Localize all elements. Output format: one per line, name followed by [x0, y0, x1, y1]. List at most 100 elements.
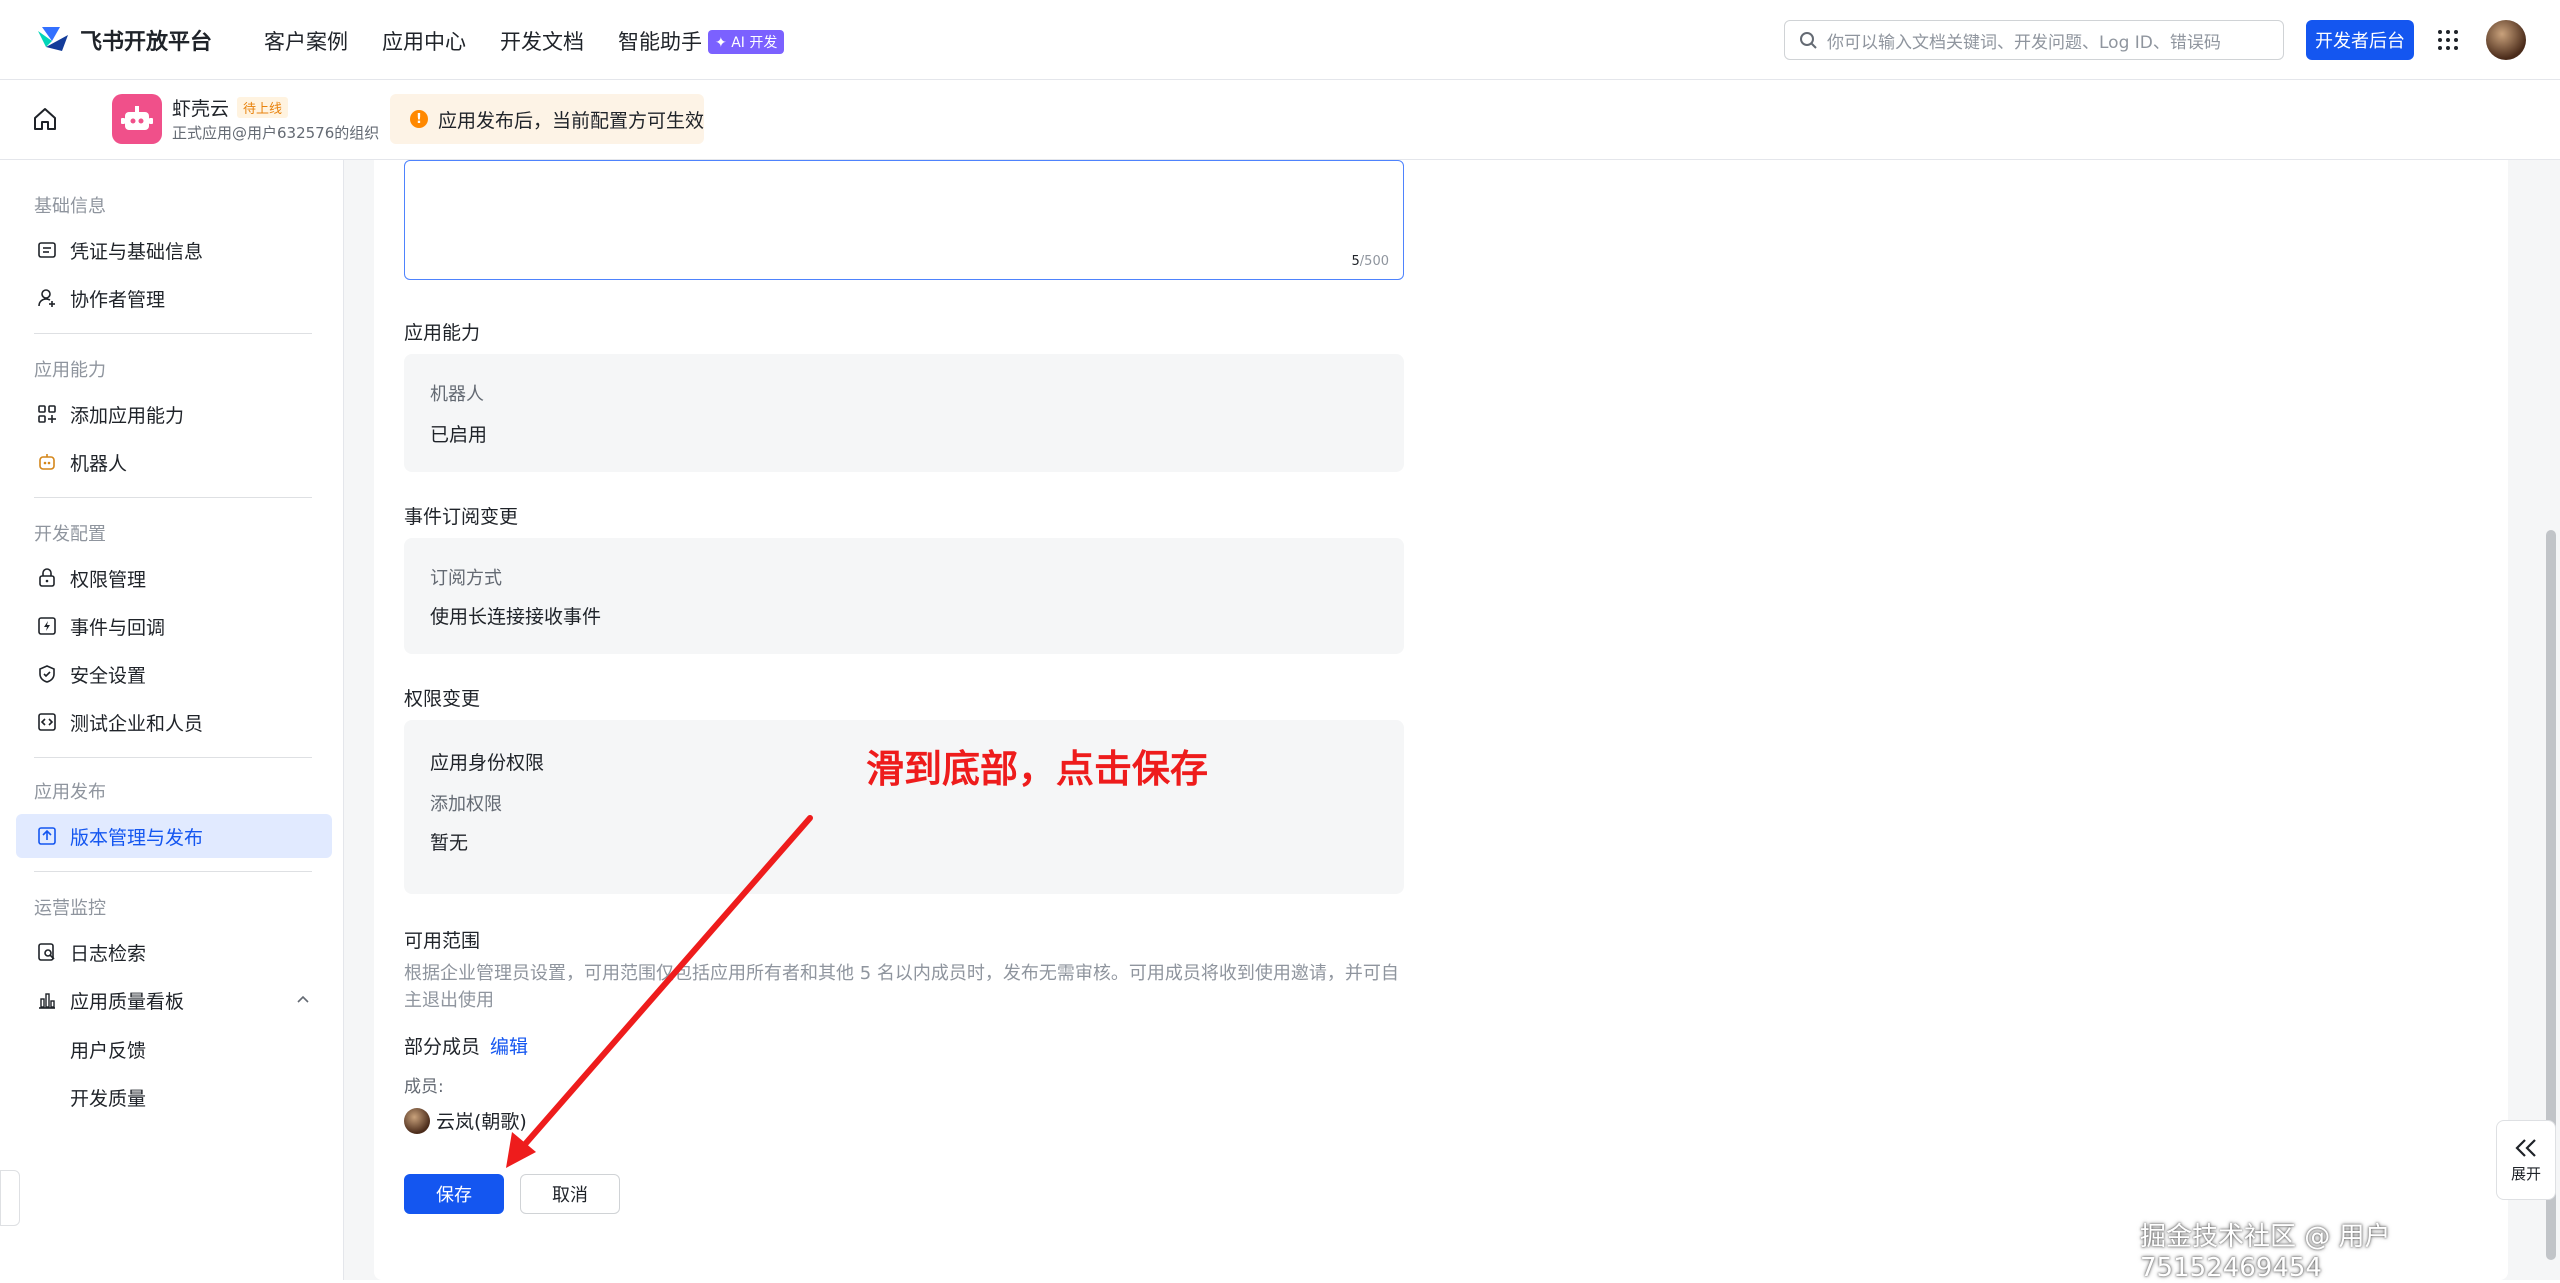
save-button[interactable]: 保存 — [404, 1174, 504, 1214]
lock-icon — [36, 567, 58, 589]
robot-icon — [36, 451, 58, 473]
home-icon[interactable] — [32, 106, 58, 132]
members-label: 成员: — [404, 1077, 444, 1097]
user-add-icon — [36, 287, 58, 309]
member-avatar — [404, 1107, 430, 1134]
app-bar: 虾壳云 待上线 正式应用@用户632576的组织 ! 应用发布后，当前配置方可生效 — [0, 80, 2560, 160]
sidebar-item-version-publish[interactable]: 版本管理与发布 — [16, 814, 332, 858]
sidebar-item-label: 凭证与基础信息 — [70, 240, 204, 263]
event-key: 订阅方式 — [430, 568, 502, 589]
sidebar-item-label: 日志检索 — [70, 942, 147, 965]
divider — [34, 333, 312, 334]
nav-item-assistant[interactable]: 智能助手 ✦ AI 开发 — [618, 26, 785, 56]
watermark: 掘金技术社区 @ 用户75152469454 — [2140, 1222, 2391, 1283]
double-chevron-left-icon — [2515, 1138, 2536, 1157]
cancel-button[interactable]: 取消 — [520, 1174, 620, 1214]
sidebar-item-robot[interactable]: 机器人 — [16, 440, 332, 484]
section-label-permission: 权限变更 — [404, 688, 481, 710]
sidebar-subitem-dev-quality[interactable]: 开发质量 — [70, 1084, 146, 1111]
version-description-textarea[interactable]: 5/500 — [404, 160, 1404, 280]
bar-chart-icon — [36, 989, 58, 1011]
warning-icon: ! — [410, 110, 428, 128]
event-value: 使用长连接接收事件 — [430, 606, 602, 628]
id-card-icon — [36, 239, 58, 261]
sidebar-item-security[interactable]: 安全设置 — [16, 652, 332, 696]
perm-add-value: 暂无 — [430, 832, 469, 854]
member-name: 云岚(朝歌) — [436, 1111, 527, 1133]
sidebar-item-label: 权限管理 — [70, 568, 147, 591]
developer-console-button[interactable]: 开发者后台 — [2306, 20, 2414, 60]
logo-text: 飞书开放平台 — [80, 30, 213, 55]
perm-add-key: 添加权限 — [430, 794, 502, 815]
sidebar-item-credentials[interactable]: 凭证与基础信息 — [16, 228, 332, 272]
divider — [34, 757, 312, 758]
char-counter: 5/500 — [1351, 254, 1389, 269]
feishu-logo-icon — [38, 27, 68, 51]
notice-text: 应用发布后，当前配置方可生效 — [438, 109, 705, 132]
status-badge: 待上线 — [237, 97, 289, 118]
annotation-text: 滑到底部，点击保存 — [866, 747, 1209, 791]
nav-item-assistant-label: 智能助手 — [618, 30, 702, 54]
scrollbar[interactable] — [2542, 160, 2560, 1280]
shield-icon — [36, 663, 58, 685]
sidebar-item-label: 测试企业和人员 — [70, 712, 204, 735]
sidebar-item-label: 应用质量看板 — [70, 990, 185, 1013]
section-title-basic: 基础信息 — [34, 196, 106, 217]
sidebar-item-permissions[interactable]: 权限管理 — [16, 556, 332, 600]
search-input[interactable]: 你可以输入文档关键词、开发问题、Log ID、错误码 — [1784, 20, 2284, 60]
ability-key: 机器人 — [430, 384, 484, 405]
event-icon — [36, 615, 58, 637]
perm-identity: 应用身份权限 — [430, 752, 545, 774]
top-bar: 飞书开放平台 客户案例 应用中心 开发文档 智能助手 ✦ AI 开发 你可以输入文… — [0, 0, 2560, 80]
publish-notice: ! 应用发布后，当前配置方可生效 — [390, 94, 704, 144]
edit-scope-link[interactable]: 编辑 — [490, 1036, 528, 1058]
sidebar-item-test-enterprise[interactable]: 测试企业和人员 — [16, 700, 332, 744]
sidebar-item-add-capability[interactable]: 添加应用能力 — [16, 392, 332, 436]
user-avatar[interactable] — [2486, 20, 2526, 60]
nav-item-docs[interactable]: 开发文档 — [500, 26, 584, 56]
divider — [34, 871, 312, 872]
app-name: 虾壳云 待上线 — [172, 94, 289, 121]
log-search-icon — [36, 941, 58, 963]
divider — [34, 497, 312, 498]
section-title-capability: 应用能力 — [34, 360, 106, 381]
sidebar-item-events[interactable]: 事件与回调 — [16, 604, 332, 648]
sidebar-item-label: 机器人 — [70, 452, 128, 475]
sidebar-item-label: 安全设置 — [70, 664, 147, 687]
section-label-scope: 可用范围 — [404, 930, 481, 952]
app-grid-icon[interactable] — [2436, 28, 2460, 52]
sidebar-subitem-feedback[interactable]: 用户反馈 — [70, 1036, 146, 1063]
section-title-monitor: 运营监控 — [34, 898, 106, 919]
feedback-tab[interactable] — [0, 1170, 20, 1226]
member-chip: 云岚(朝歌) — [404, 1107, 527, 1134]
ability-value: 已启用 — [430, 424, 488, 446]
code-icon — [36, 711, 58, 733]
event-box: 订阅方式 使用长连接接收事件 — [404, 538, 1404, 654]
ai-badge: ✦ AI 开发 — [708, 30, 785, 54]
upload-icon — [36, 825, 58, 847]
nav-item-app-center[interactable]: 应用中心 — [382, 26, 466, 56]
search-icon — [1800, 32, 1817, 49]
sidebar-item-log-search[interactable]: 日志检索 — [16, 930, 332, 974]
sidebar-item-label: 版本管理与发布 — [70, 826, 204, 849]
section-label-ability: 应用能力 — [404, 322, 481, 344]
section-label-event: 事件订阅变更 — [404, 506, 519, 528]
sidebar-item-quality-board[interactable]: 应用质量看板 — [16, 978, 332, 1022]
search-placeholder: 你可以输入文档关键词、开发问题、Log ID、错误码 — [1827, 32, 2221, 53]
ability-box: 机器人 已启用 — [404, 354, 1404, 472]
main-nav: 客户案例 应用中心 开发文档 智能助手 ✦ AI 开发 — [264, 26, 785, 56]
apps-add-icon — [36, 403, 58, 425]
textarea-text-clipped — [419, 155, 437, 169]
section-title-dev-config: 开发配置 — [34, 524, 106, 545]
scope-description: 根据企业管理员设置，可用范围仅包括应用所有者和其他 5 名以内成员时，发布无需审… — [404, 963, 1399, 1011]
sidebar: 基础信息 凭证与基础信息 协作者管理 应用能力 添加应用能力 机器人 开发配置 … — [0, 160, 344, 1280]
logo[interactable]: 飞书开放平台 — [36, 24, 212, 56]
sidebar-item-label: 协作者管理 — [70, 288, 166, 311]
app-robot-icon — [112, 94, 162, 144]
expand-panel-button[interactable]: 展开 — [2496, 1120, 2556, 1200]
expand-label: 展开 — [2510, 1164, 2541, 1183]
sidebar-item-collaborators[interactable]: 协作者管理 — [16, 276, 332, 320]
app-subtitle: 正式应用@用户632576的组织 — [172, 124, 380, 142]
chevron-up-icon[interactable] — [296, 994, 310, 1004]
nav-item-cases[interactable]: 客户案例 — [264, 26, 348, 56]
